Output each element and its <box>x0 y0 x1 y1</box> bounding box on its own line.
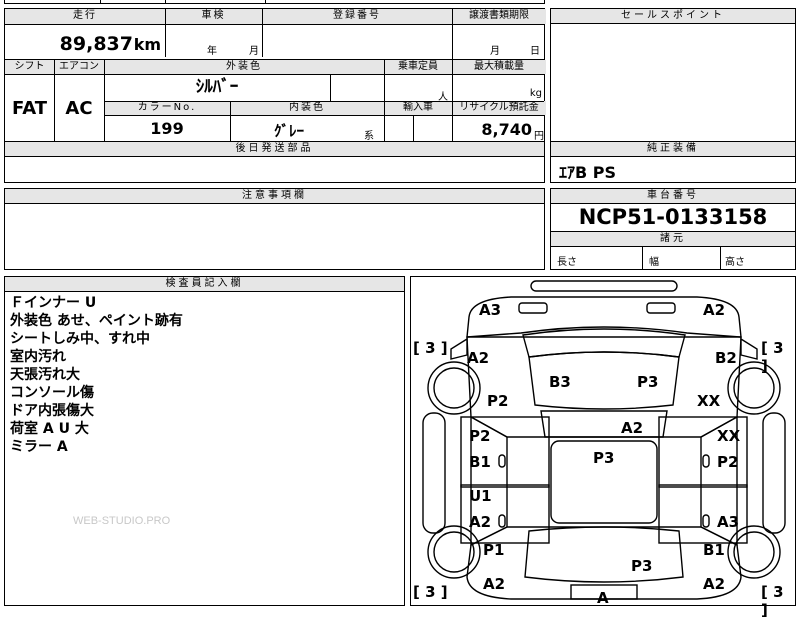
transfer-deadline-value: 月 日 <box>452 24 546 59</box>
note-item: ミラー A <box>10 439 68 455</box>
sales-point-label: セールスポイント <box>551 9 795 24</box>
genuine-equipment-label: 純正装備 <box>551 142 795 157</box>
shaken-month-unit: 月 <box>249 46 259 57</box>
damage-mark: XX <box>697 392 721 410</box>
dims-height-label: 高さ <box>725 257 745 268</box>
interior-color-value: ｸﾞﾚｰ 系 <box>230 115 384 143</box>
count-bracket: [ 3 ] <box>413 339 448 357</box>
watermark: WEB-STUDIO.PRO <box>73 515 171 527</box>
count-bracket: [ 3 ] <box>413 583 448 601</box>
note-item: シートしみ中、すれ中 <box>10 331 150 347</box>
damage-mark: B2 <box>715 349 737 367</box>
note-item: 天張汚れ大 <box>10 367 80 383</box>
damage-mark: A2 <box>467 349 490 367</box>
capacity-value: 人 <box>384 74 452 103</box>
mileage-unit: km <box>133 35 161 54</box>
note-item: 室内汚れ <box>10 349 66 365</box>
inspector-notes-list: Ｆインナー U 外装色 あせ、ペイント跡有 シートしみ中、すれ中 室内汚れ 天張… <box>10 294 183 456</box>
import-label: 輸入車 <box>384 101 452 115</box>
dims-label: 諸元 <box>551 232 795 247</box>
count-bracket: [ 3 ] <box>761 339 784 375</box>
genuine-equipment-value: ｴｱB PS <box>559 163 617 182</box>
damage-mark: U1 <box>469 487 492 505</box>
damage-mark: A3 <box>479 301 502 319</box>
damage-mark: P3 <box>593 449 615 467</box>
car-damage-diagram: A3 A2 [ 3 ] [ 3 ] A2 B2 B3 P3 P2 XX A2 P… <box>410 276 796 619</box>
interior-color-text: ｸﾞﾚｰ <box>274 122 305 140</box>
sales-point-section: セールスポイント <box>550 8 796 142</box>
color-number-value: 199 <box>150 119 184 138</box>
capacity-label: 乗車定員 <box>384 60 452 74</box>
shift-value: FAT <box>11 98 48 119</box>
ac-value: AC <box>65 98 93 119</box>
exterior-color-value: ｼﾙﾊﾞｰ <box>195 77 239 97</box>
damage-mark: A2 <box>483 575 506 593</box>
recycle-label: リサイクル預託金 <box>452 101 546 115</box>
transfer-month-unit: 月 <box>490 46 500 57</box>
chassis-section: 車台番号 NCP51-0133158 諸元 長さ 幅 高さ <box>550 188 796 270</box>
damage-mark: P1 <box>483 541 505 559</box>
damage-mark: B1 <box>703 541 725 559</box>
mileage-number: 89,837 <box>59 33 133 55</box>
recycle-unit: 円 <box>534 131 544 142</box>
ac-label: エアコン <box>54 60 104 74</box>
shaken-value: 年 月 <box>165 24 262 59</box>
max-load-label: 最大積載量 <box>452 60 546 74</box>
shaken-label: 車検 <box>165 9 262 24</box>
interior-color-label: 内装色 <box>230 101 384 115</box>
damage-mark: P2 <box>469 427 491 445</box>
color-number-label: カラーNo. <box>104 101 230 115</box>
top-cut-row <box>4 0 545 4</box>
note-item: 荷室 A U 大 <box>10 421 89 437</box>
inspector-notes-section: 検査員記入欄 Ｆインナー U 外装色 あせ、ペイント跡有 シートしみ中、すれ中 … <box>4 276 405 606</box>
interior-color-suffix: 系 <box>364 131 374 142</box>
genuine-equipment-section: 純正装備 ｴｱB PS <box>550 141 796 183</box>
damage-mark: P2 <box>487 392 509 410</box>
damage-mark: A <box>597 589 609 607</box>
damage-mark: A3 <box>717 513 740 531</box>
shift-label: シフト <box>5 60 54 74</box>
damage-mark: XX <box>717 427 741 445</box>
damage-mark: P3 <box>631 557 653 575</box>
note-item: ドア内張傷大 <box>10 403 94 419</box>
max-load-unit: kg <box>529 88 542 99</box>
damage-mark: B1 <box>469 453 491 471</box>
recycle-value: 8,740 円 <box>452 115 546 143</box>
inspector-notes-label: 検査員記入欄 <box>5 277 404 292</box>
registration-value <box>262 24 452 59</box>
damage-mark: A2 <box>703 301 726 319</box>
registration-label: 登録番号 <box>262 9 452 24</box>
count-bracket: [ 3 ] <box>761 583 784 619</box>
shaken-year-unit: 年 <box>207 46 217 57</box>
exterior-color-label: 外装色 <box>104 60 384 74</box>
note-item: 外装色 あせ、ペイント跡有 <box>10 313 183 329</box>
recycle-amount: 8,740 <box>481 120 532 139</box>
dims-width-label: 幅 <box>649 257 659 268</box>
dims-length-label: 長さ <box>557 257 577 268</box>
transfer-deadline-label: 譲渡書類期限 <box>452 9 546 24</box>
transfer-day-unit: 日 <box>530 46 540 57</box>
damage-mark: A2 <box>703 575 726 593</box>
mileage-value: 89,837 km <box>5 24 165 59</box>
note-item: コンソール傷 <box>10 385 94 401</box>
vehicle-info-grid: 走行 車検 登録番号 譲渡書類期限 89,837 km 年 月 月 日 シフト … <box>4 8 546 143</box>
note-item: Ｆインナー U <box>10 295 97 311</box>
damage-mark: P2 <box>717 453 739 471</box>
later-parts-section: 後日発送部品 <box>4 141 545 183</box>
damage-mark: P3 <box>637 373 659 391</box>
later-parts-label: 後日発送部品 <box>5 142 544 157</box>
import-value <box>384 115 452 143</box>
chassis-value: NCP51-0133158 <box>578 205 768 229</box>
caution-section: 注意事項欄 <box>4 188 545 270</box>
caution-label: 注意事項欄 <box>5 189 544 204</box>
mileage-label: 走行 <box>5 9 165 24</box>
damage-mark: A2 <box>469 513 492 531</box>
damage-mark: B3 <box>549 373 571 391</box>
max-load-value: kg <box>452 74 546 101</box>
damage-mark: A2 <box>621 419 644 437</box>
chassis-label: 車台番号 <box>551 189 795 204</box>
